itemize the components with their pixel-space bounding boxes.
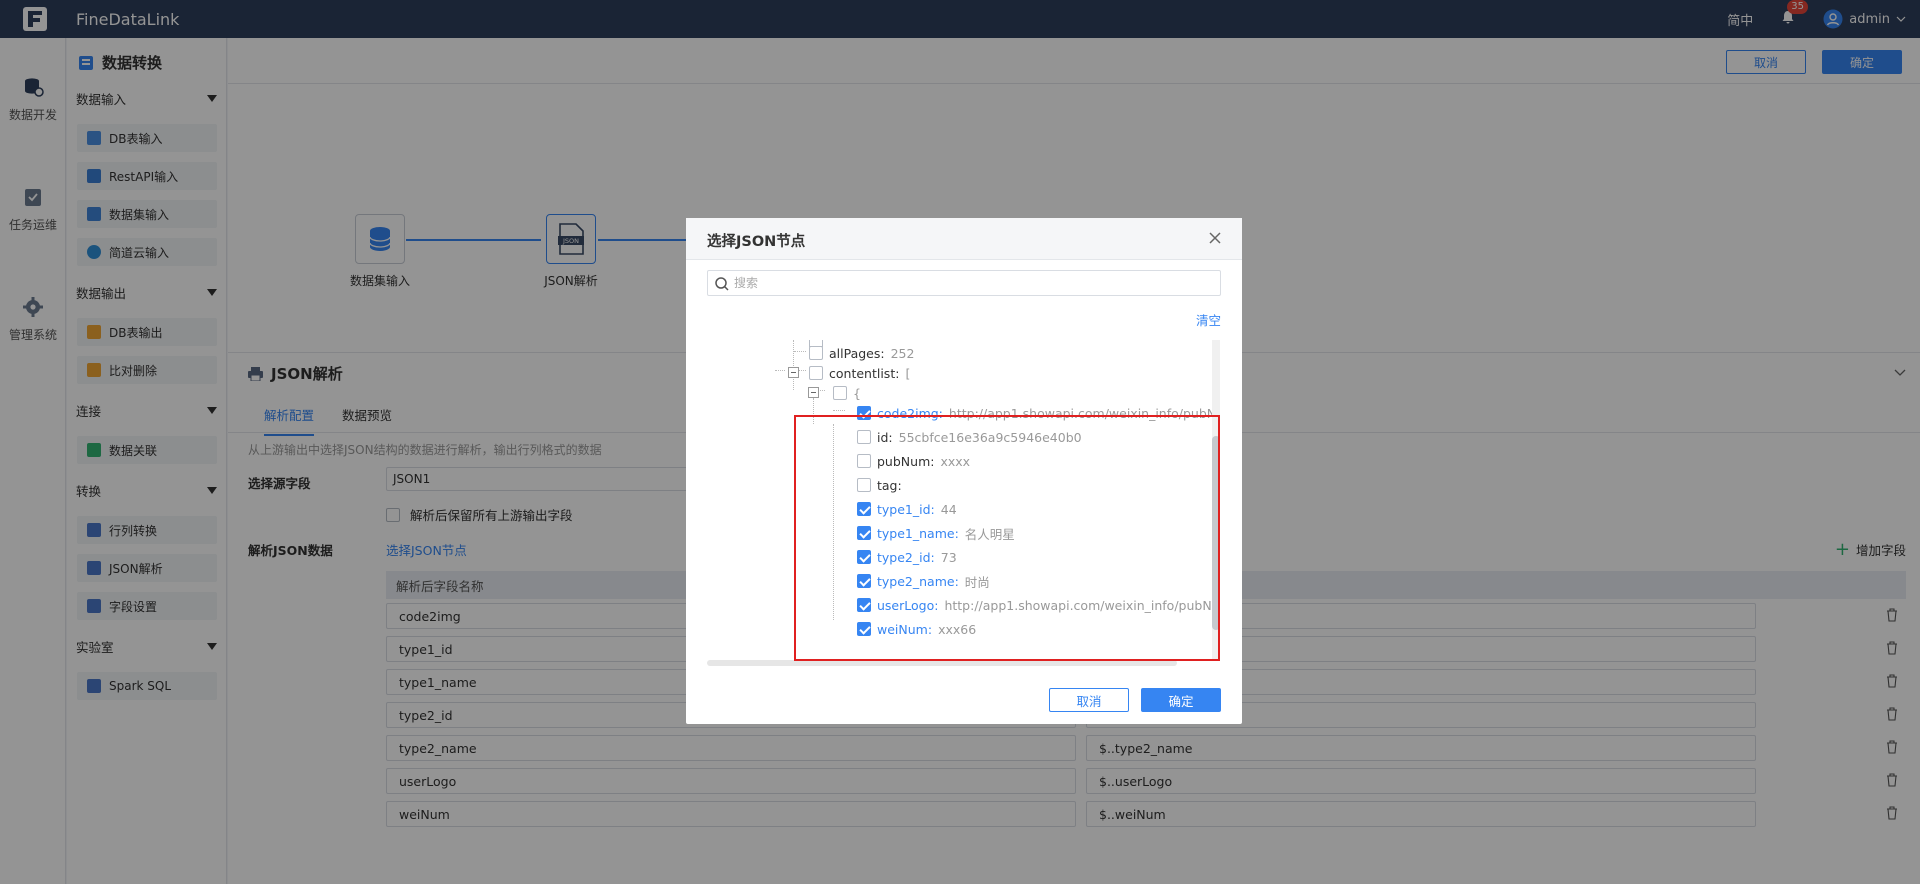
search-box[interactable]: [707, 270, 1221, 296]
tree-guide: [793, 340, 794, 390]
tree-node-userlogo[interactable]: userLogo: http://app1.showapi.com/weixin…: [857, 595, 1213, 615]
tree-checkbox[interactable]: [857, 454, 871, 468]
dialog-cancel-button[interactable]: 取消: [1049, 688, 1129, 712]
tree-scroll-thumb[interactable]: [1212, 436, 1220, 630]
tree-collapse-icon[interactable]: [808, 387, 819, 398]
tree-checkbox[interactable]: [833, 386, 847, 400]
tree-guide: [833, 410, 845, 411]
select-json-node-dialog: 选择JSON节点 清空 allPages: 252 contentlist: [: [686, 218, 1242, 724]
search-input[interactable]: [734, 273, 1214, 293]
tree-node-weinum[interactable]: weiNum: xxx66: [857, 619, 976, 639]
tree-node-contentlist[interactable]: contentlist: [: [809, 363, 910, 383]
clear-button[interactable]: 清空: [1196, 310, 1221, 329]
tree-checkbox[interactable]: [857, 622, 871, 636]
tree-checkbox[interactable]: [857, 502, 871, 516]
tree-guide: [794, 351, 806, 352]
tree-node-type2-name[interactable]: type2_name: 时尚: [857, 571, 990, 591]
tree-checkbox[interactable]: [809, 366, 823, 380]
tree-horizontal-scrollbar[interactable]: [707, 660, 1177, 666]
tree-guide: [833, 424, 834, 620]
tree-node-id[interactable]: id: 55cbfce16e36a9c5946e40b0: [857, 427, 1082, 447]
tree-node-object[interactable]: {: [833, 383, 861, 403]
tree-guide: [813, 398, 814, 424]
dialog-header: 选择JSON节点: [686, 218, 1242, 260]
tree-node-type1-name[interactable]: type1_name: 名人明星: [857, 523, 1015, 543]
tree-node-code2img[interactable]: code2img: http://app1.showapi.com/weixin…: [857, 403, 1213, 423]
json-tree[interactable]: allPages: 252 contentlist: [ { code2img:…: [707, 340, 1213, 660]
close-icon[interactable]: [1206, 229, 1224, 247]
tree-checkbox[interactable]: [857, 406, 871, 420]
tree-checkbox[interactable]: [857, 430, 871, 444]
dialog-confirm-button[interactable]: 确定: [1141, 688, 1221, 712]
tree-node-type1-id[interactable]: type1_id: 44: [857, 499, 957, 519]
tree-checkbox[interactable]: [857, 598, 871, 612]
tree-checkbox[interactable]: [857, 550, 871, 564]
tree-checkbox[interactable]: [857, 526, 871, 540]
tree-checkbox[interactable]: [857, 574, 871, 588]
tree-guide: [775, 370, 785, 371]
tree-checkbox[interactable]: [809, 346, 823, 360]
tree-node-tag[interactable]: tag:: [857, 475, 908, 495]
tree-checkbox[interactable]: [857, 478, 871, 492]
tree-collapse-icon[interactable]: [788, 367, 799, 378]
tree-node-type2-id[interactable]: type2_id: 73: [857, 547, 957, 567]
tree-node-allpages[interactable]: allPages: 252: [809, 343, 914, 363]
tree-node-pubnum[interactable]: pubNum: xxxx: [857, 451, 970, 471]
dialog-title: 选择JSON节点: [707, 234, 806, 250]
search-icon: [715, 277, 729, 291]
